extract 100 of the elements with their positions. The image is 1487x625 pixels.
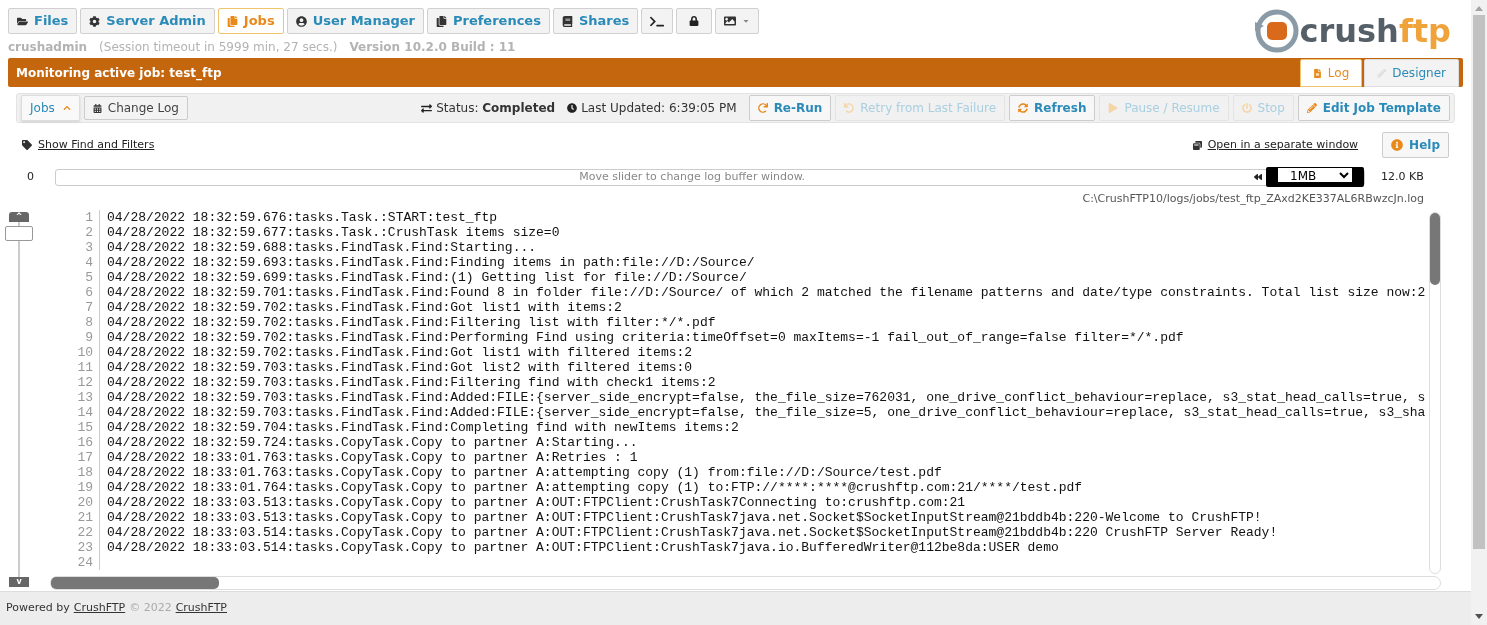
image-icon (724, 15, 737, 27)
log-line: 04/28/2022 18:32:59.693:tasks.FindTask.Find:Finding items in path:file://D:/Source/ (106, 254, 755, 270)
copy-icon (435, 15, 447, 27)
view-tab[interactable]: Designer (1364, 59, 1459, 87)
change-log-button[interactable]: Change Log (83, 96, 188, 120)
rewind-icon (1254, 173, 1262, 181)
logo-text: crush (1299, 12, 1399, 50)
log-file-path: C:\CrushFTP10/logs/jobs/test_ftp_ZAxd2KE337AL6RBwzcJn.log (1082, 191, 1424, 207)
buffer-slider-track[interactable]: Move slider to change log buffer window. 1MB (55, 168, 1365, 186)
buffer-size-text: 12.0 KB (1381, 168, 1425, 185)
line-number: 4 (50, 254, 100, 270)
log-line: 04/28/2022 18:33:01.764:tasks.CopyTask.Copy to partner A:attempting copy (1) to:FTP://****:****@crushftp.com:21/****/test.pdf (106, 479, 1083, 495)
log-line: 04/28/2022 18:33:03.513:tasks.CopyTask.Copy to partner A:OUT:FTPClient:CrushTask7java.net.Socket$SocketInputStream@21bddb4b:220-Welcome to CrushFTP! (106, 509, 1262, 525)
crushftp-link[interactable]: CrushFTP (175, 600, 227, 617)
nav-tab[interactable]: Shares (552, 8, 639, 34)
log-line: 04/28/2022 18:33:03.514:tasks.CopyTask.Copy to partner A:OUT:FTPClient:CrushTask7java.io.BufferedWriter@112be8da:USER demo (106, 539, 1059, 555)
view-tab[interactable]: Log (1299, 59, 1363, 87)
line-number: 18 (50, 464, 100, 480)
chevron-up-icon (62, 104, 71, 112)
line-number: 17 (50, 449, 100, 465)
folder-icon (17, 15, 28, 27)
file-icon (1312, 68, 1322, 78)
crushftp-link[interactable]: CrushFTP (73, 600, 126, 617)
window-icon (1192, 140, 1202, 150)
power-icon (1241, 103, 1252, 113)
log-line: 04/28/2022 18:33:03.514:tasks.CopyTask.Copy to partner A:OUT:FTPClient:CrushTask7java.net.Socket$SocketInputStream@21bddb4b:220 CrushFTP Server Ready! (106, 524, 1278, 540)
jobs-menu-button[interactable]: Jobs (21, 95, 80, 121)
terminal-button[interactable] (641, 8, 674, 34)
username: crushadmin (8, 40, 88, 54)
log-line: 04/28/2022 18:32:59.676:tasks.Task.:START:test_ftp (106, 209, 498, 225)
image-menu-button[interactable] (715, 8, 760, 34)
log-line: 04/28/2022 18:32:59.702:tasks.FindTask.Find:Filtering list with filter:*/*.pdf (106, 314, 716, 330)
slider-up-button[interactable]: ^ (9, 211, 29, 222)
line-number: 6 (50, 284, 100, 300)
log-line: 04/28/2022 18:32:59.724:tasks.CopyTask.Copy to partner A:Starting... (106, 434, 638, 450)
line-number: 23 (50, 539, 100, 555)
line-number: 11 (50, 359, 100, 375)
nav-tab[interactable]: Server Admin (80, 8, 215, 34)
fist-logo-icon (1254, 9, 1298, 53)
calendar-icon (92, 103, 102, 113)
log-line: 04/28/2022 18:32:59.702:tasks.FindTask.Find:Got list1 with filtered items:2 (106, 344, 693, 360)
nav-tab[interactable]: User Manager (286, 8, 424, 34)
slider-down-button[interactable]: v (9, 577, 29, 587)
line-number: 10 (50, 344, 100, 360)
log-line: 04/28/2022 18:33:01.763:tasks.CopyTask.Copy to partner A:Retries : 1 (106, 449, 638, 465)
show-find-filters-link[interactable]: Show Find and Filters (38, 136, 155, 154)
log-line: 04/28/2022 18:32:59.702:tasks.FindTask.Find:Got list1 with items:2 (106, 299, 622, 315)
lock-button[interactable] (676, 8, 713, 34)
scroll-up-icon (1475, 6, 1483, 11)
open-window-link[interactable]: Open in a separate window (1207, 136, 1359, 154)
line-number: 8 (50, 314, 100, 330)
logo-text: ftp (1398, 12, 1451, 50)
line-number: 21 (50, 509, 100, 525)
line-number: 24 (50, 554, 100, 570)
book-icon (561, 15, 573, 27)
version-text: Version 10.2.0 Build : 11 (349, 40, 516, 54)
toolbar-button[interactable]: Edit Job Template (1297, 95, 1450, 121)
help-button[interactable]: Help (1382, 132, 1449, 158)
line-number: 22 (50, 524, 100, 540)
last-updated-text: Last Updated: 6:39:05 PM (581, 100, 737, 117)
line-number: 2 (50, 224, 100, 240)
scroll-down-icon (1475, 614, 1483, 619)
log-line: 04/28/2022 18:33:03.513:tasks.CopyTask.Copy to partner A:OUT:FTPClient:CrushTask7Connecting to:crushftp.com:21 (106, 494, 966, 510)
toolbar-button[interactable]: Re-Run (748, 95, 832, 121)
terminal-icon (650, 14, 665, 28)
line-number: 16 (50, 434, 100, 450)
powered-by-text: Powered by (6, 600, 70, 617)
log-line: 04/28/2022 18:32:59.702:tasks.FindTask.Find:Performing Find using criteria:timeOffset=0 maxItems=-1 fail_out_of_range=false filter=*/*.pdf (106, 329, 1184, 345)
copy-icon (226, 15, 238, 27)
banner-title: Monitoring active job: test_ftp (16, 64, 222, 82)
exchange-icon (421, 102, 433, 114)
log-line: 04/28/2022 18:32:59.704:tasks.FindTask.Find:Completing find with newItems items:2 (106, 419, 739, 435)
line-number: 9 (50, 329, 100, 345)
refresh-icon (1018, 103, 1029, 113)
settings-icon (89, 15, 101, 27)
line-number: 7 (50, 299, 100, 315)
play-icon (1108, 103, 1119, 113)
log-line: 04/28/2022 18:32:59.699:tasks.FindTask.Find:(1) Getting list for file://D:/Source/ (106, 269, 747, 285)
log-line: 04/28/2022 18:32:59.703:tasks.FindTask.Find:Filtering find with check1 items:2 (106, 374, 716, 390)
nav-tab[interactable]: Files (8, 8, 78, 34)
slider-thumb[interactable] (5, 225, 33, 241)
line-number: 12 (50, 374, 100, 390)
buffer-size-select[interactable]: 1MB (1278, 168, 1352, 183)
toolbar-button[interactable]: Refresh (1009, 95, 1096, 121)
line-number: 5 (50, 269, 100, 285)
copyright-text: © 2022 (129, 600, 172, 617)
user-icon (295, 15, 307, 27)
caret-icon (742, 17, 751, 25)
line-number: 3 (50, 239, 100, 255)
buffer-slider-handle[interactable]: 1MB (1250, 168, 1364, 186)
pencil-icon (1306, 103, 1317, 113)
line-number: 20 (50, 494, 100, 510)
redo-icon (757, 103, 768, 113)
log-line: 04/28/2022 18:33:01.763:tasks.CopyTask.Copy to partner A:attempting copy (1) from:file://D:/Source/test.pdf (106, 464, 942, 480)
line-number: 13 (50, 389, 100, 405)
info-icon (1391, 139, 1404, 151)
nav-tab[interactable]: Jobs (217, 8, 284, 34)
log-line: 04/28/2022 18:32:59.701:tasks.FindTask.Find:Found 8 in folder file://D:/Source/ of which 2 matched the filename patterns and date/type constraints. Total list size now:2 (106, 284, 1426, 300)
nav-tab[interactable]: Preferences (426, 8, 550, 34)
buffer-slider-hint: Move slider to change log buffer window. (579, 168, 806, 185)
